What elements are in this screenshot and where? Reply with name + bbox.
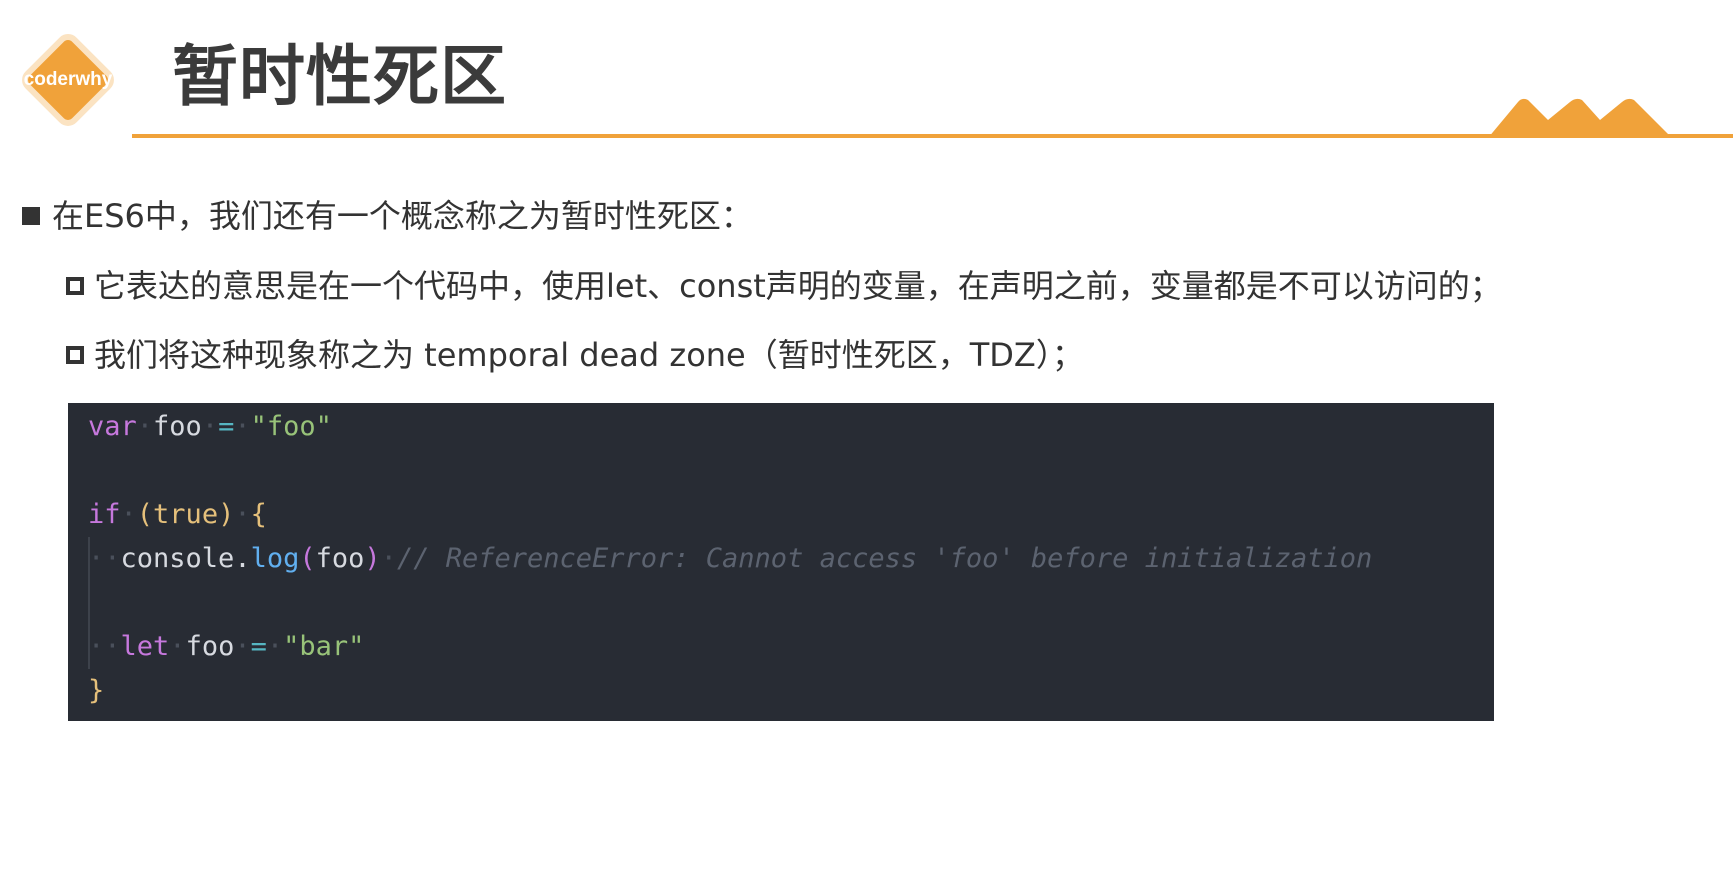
page-title: 暂时性死区 bbox=[172, 38, 507, 115]
code-string: "bar" bbox=[283, 631, 365, 662]
main-bullet: 在ES6中，我们还有一个概念称之为暂时性死区： bbox=[22, 194, 753, 238]
hollow-square-bullet-icon bbox=[66, 277, 84, 295]
code-keyword: var bbox=[88, 411, 137, 442]
hollow-square-bullet-icon bbox=[66, 346, 84, 364]
code-paren: ) bbox=[218, 499, 235, 530]
main-bullet-text: 在ES6中，我们还有一个概念称之为暂时性死区： bbox=[52, 197, 753, 235]
code-keyword: if bbox=[88, 499, 121, 530]
solid-square-bullet-icon bbox=[22, 207, 40, 225]
sub-bullet-text: 我们将这种现象称之为 temporal dead zone（暂时性死区，TDZ）… bbox=[94, 336, 1084, 374]
code-dot: . bbox=[234, 543, 251, 574]
code-line-6: ··let·foo·=·"bar" bbox=[88, 631, 365, 662]
code-operator: = bbox=[218, 411, 235, 442]
code-identifier: console bbox=[120, 543, 235, 574]
code-line-4: ··console.log(foo)·// ReferenceError: Ca… bbox=[88, 543, 1373, 574]
code-line-7: } bbox=[88, 669, 104, 713]
code-comment: // ReferenceError: Cannot access 'foo' b… bbox=[396, 543, 1373, 574]
coderwhy-logo: coderwhy bbox=[17, 29, 119, 131]
code-paren: ( bbox=[299, 543, 316, 574]
code-boolean: true bbox=[153, 499, 219, 530]
code-paren: ( bbox=[136, 499, 154, 530]
code-string: "foo" bbox=[250, 411, 332, 442]
code-brace: } bbox=[88, 675, 105, 706]
sub-bullet-tdz: 我们将这种现象称之为 temporal dead zone（暂时性死区，TDZ）… bbox=[66, 333, 1084, 377]
sub-bullet-text: 它表达的意思是在一个代码中，使用let、const声明的变量，在声明之前，变量都… bbox=[94, 267, 1502, 305]
code-brace: { bbox=[250, 499, 267, 530]
code-operator: = bbox=[250, 631, 267, 662]
code-identifier: foo bbox=[153, 411, 202, 442]
mountains-decoration bbox=[1488, 98, 1672, 138]
code-paren: ) bbox=[364, 543, 381, 574]
code-identifier: foo bbox=[315, 543, 365, 574]
sub-bullet-meaning: 它表达的意思是在一个代码中，使用let、const声明的变量，在声明之前，变量都… bbox=[66, 264, 1502, 308]
code-block: var·foo·=·"foo" if·(true)·{ ··console.lo… bbox=[68, 403, 1494, 721]
logo-text: coderwhy bbox=[23, 69, 113, 90]
code-method: log bbox=[250, 543, 300, 574]
code-line-1: var·foo·=·"foo" bbox=[88, 411, 332, 442]
code-identifier: foo bbox=[185, 631, 235, 662]
code-keyword: let bbox=[120, 631, 170, 662]
code-line-3: if·(true)·{ bbox=[88, 499, 267, 530]
